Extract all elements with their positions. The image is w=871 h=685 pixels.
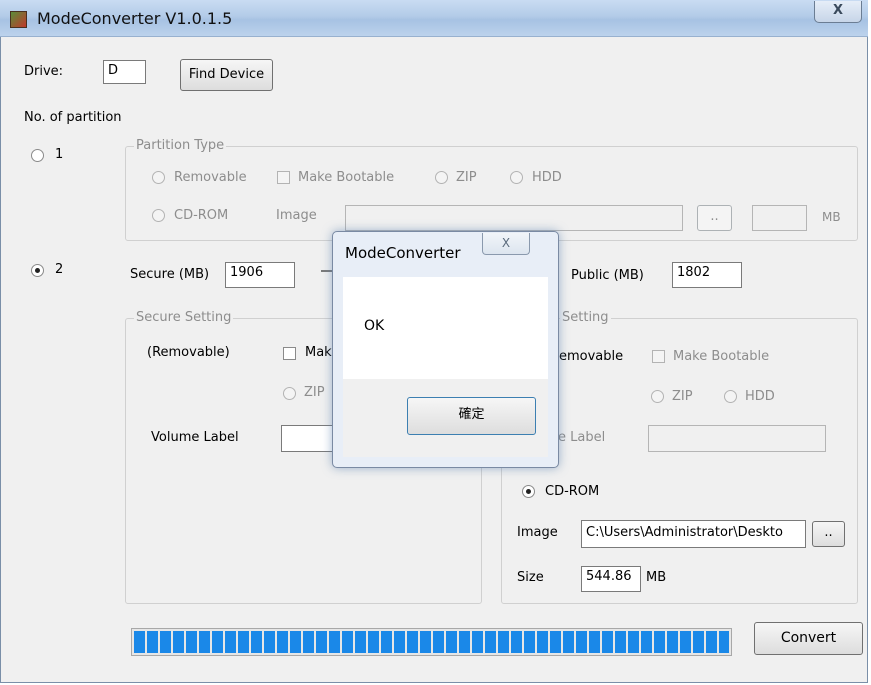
dialog-close-button[interactable]: X	[482, 233, 530, 255]
secure-volume-label: Volume Label	[151, 430, 239, 445]
secure-setting-title: Secure Setting	[134, 310, 234, 325]
drive-field[interactable]: D	[103, 60, 146, 84]
secure-size-field[interactable]: 1906	[225, 262, 295, 288]
secure-removable-label: (Removable)	[147, 345, 230, 360]
pt-make-bootable-label: Make Bootable	[298, 170, 395, 185]
public-setting-title: Setting	[560, 310, 611, 325]
secure-zip-label: ZIP	[304, 385, 325, 400]
partition-1-label: 1	[55, 147, 64, 162]
public-image-field[interactable]: C:\Users\Administrator\Deskto	[581, 520, 806, 548]
public-size-label: Public (MB)	[571, 268, 644, 283]
public-hdd-label: HDD	[745, 389, 775, 404]
partition-1-radio[interactable]	[31, 149, 44, 162]
partition-type-title: Partition Type	[134, 138, 227, 153]
public-make-bootable-checkbox[interactable]	[652, 350, 665, 363]
pt-browse-button[interactable]: ..	[697, 205, 732, 231]
pt-hdd-label: HDD	[532, 170, 562, 185]
pt-image-label: Image	[276, 208, 317, 223]
app-icon	[10, 11, 27, 28]
public-size-field[interactable]: 1802	[672, 262, 742, 288]
progress-bar	[131, 628, 732, 656]
pt-removable-label: Removable	[174, 170, 247, 185]
public-browse-button[interactable]: ..	[812, 521, 845, 547]
pt-hdd-radio[interactable]	[510, 171, 523, 184]
secure-zip-radio[interactable]	[283, 387, 296, 400]
public-removable-label: emovable	[559, 349, 624, 364]
secure-size-label: Secure (MB)	[130, 267, 210, 282]
pt-size-field[interactable]	[752, 205, 807, 231]
public-cdrom-label: CD-ROM	[545, 484, 600, 499]
find-device-button[interactable]: Find Device	[180, 59, 273, 91]
pt-mb-label: MB	[822, 210, 841, 224]
pt-zip-label: ZIP	[456, 170, 477, 185]
public-size-field: 544.86	[581, 566, 641, 592]
public-zip-label: ZIP	[672, 389, 693, 404]
pt-cdrom-label: CD-ROM	[174, 208, 229, 223]
partition-2-label: 2	[55, 262, 64, 277]
progress-fill	[134, 631, 729, 653]
public-image-label-text: Image	[517, 525, 558, 540]
public-volume-label: e Label	[558, 430, 606, 445]
pt-cdrom-radio[interactable]	[152, 209, 165, 222]
public-volume-field[interactable]	[648, 425, 826, 452]
partition-count-label: No. of partition	[24, 110, 122, 125]
pt-removable-radio[interactable]	[152, 171, 165, 184]
window-close-button[interactable]: X	[814, 1, 862, 23]
pt-make-bootable-checkbox[interactable]	[277, 171, 290, 184]
window-title: ModeConverter V1.0.1.5	[37, 9, 233, 28]
dialog-message: OK	[364, 318, 385, 334]
convert-button[interactable]: Convert	[754, 622, 863, 655]
pt-image-field[interactable]	[345, 205, 683, 231]
secure-make-bootable-label: Mak	[305, 345, 332, 360]
secure-make-bootable-checkbox[interactable]	[283, 347, 296, 360]
public-zip-radio[interactable]	[651, 390, 664, 403]
partition-2-radio[interactable]	[31, 264, 44, 277]
public-cdrom-radio[interactable]	[522, 485, 535, 498]
public-hdd-radio[interactable]	[724, 390, 737, 403]
dialog-title: ModeConverter	[345, 244, 461, 262]
public-make-bootable-label: Make Bootable	[673, 349, 770, 364]
public-size-unit: MB	[646, 570, 667, 585]
public-size-label: Size	[517, 570, 544, 585]
pt-zip-radio[interactable]	[435, 171, 448, 184]
drive-label: Drive:	[24, 64, 64, 79]
dialog-ok-button[interactable]: 確定	[407, 397, 536, 435]
